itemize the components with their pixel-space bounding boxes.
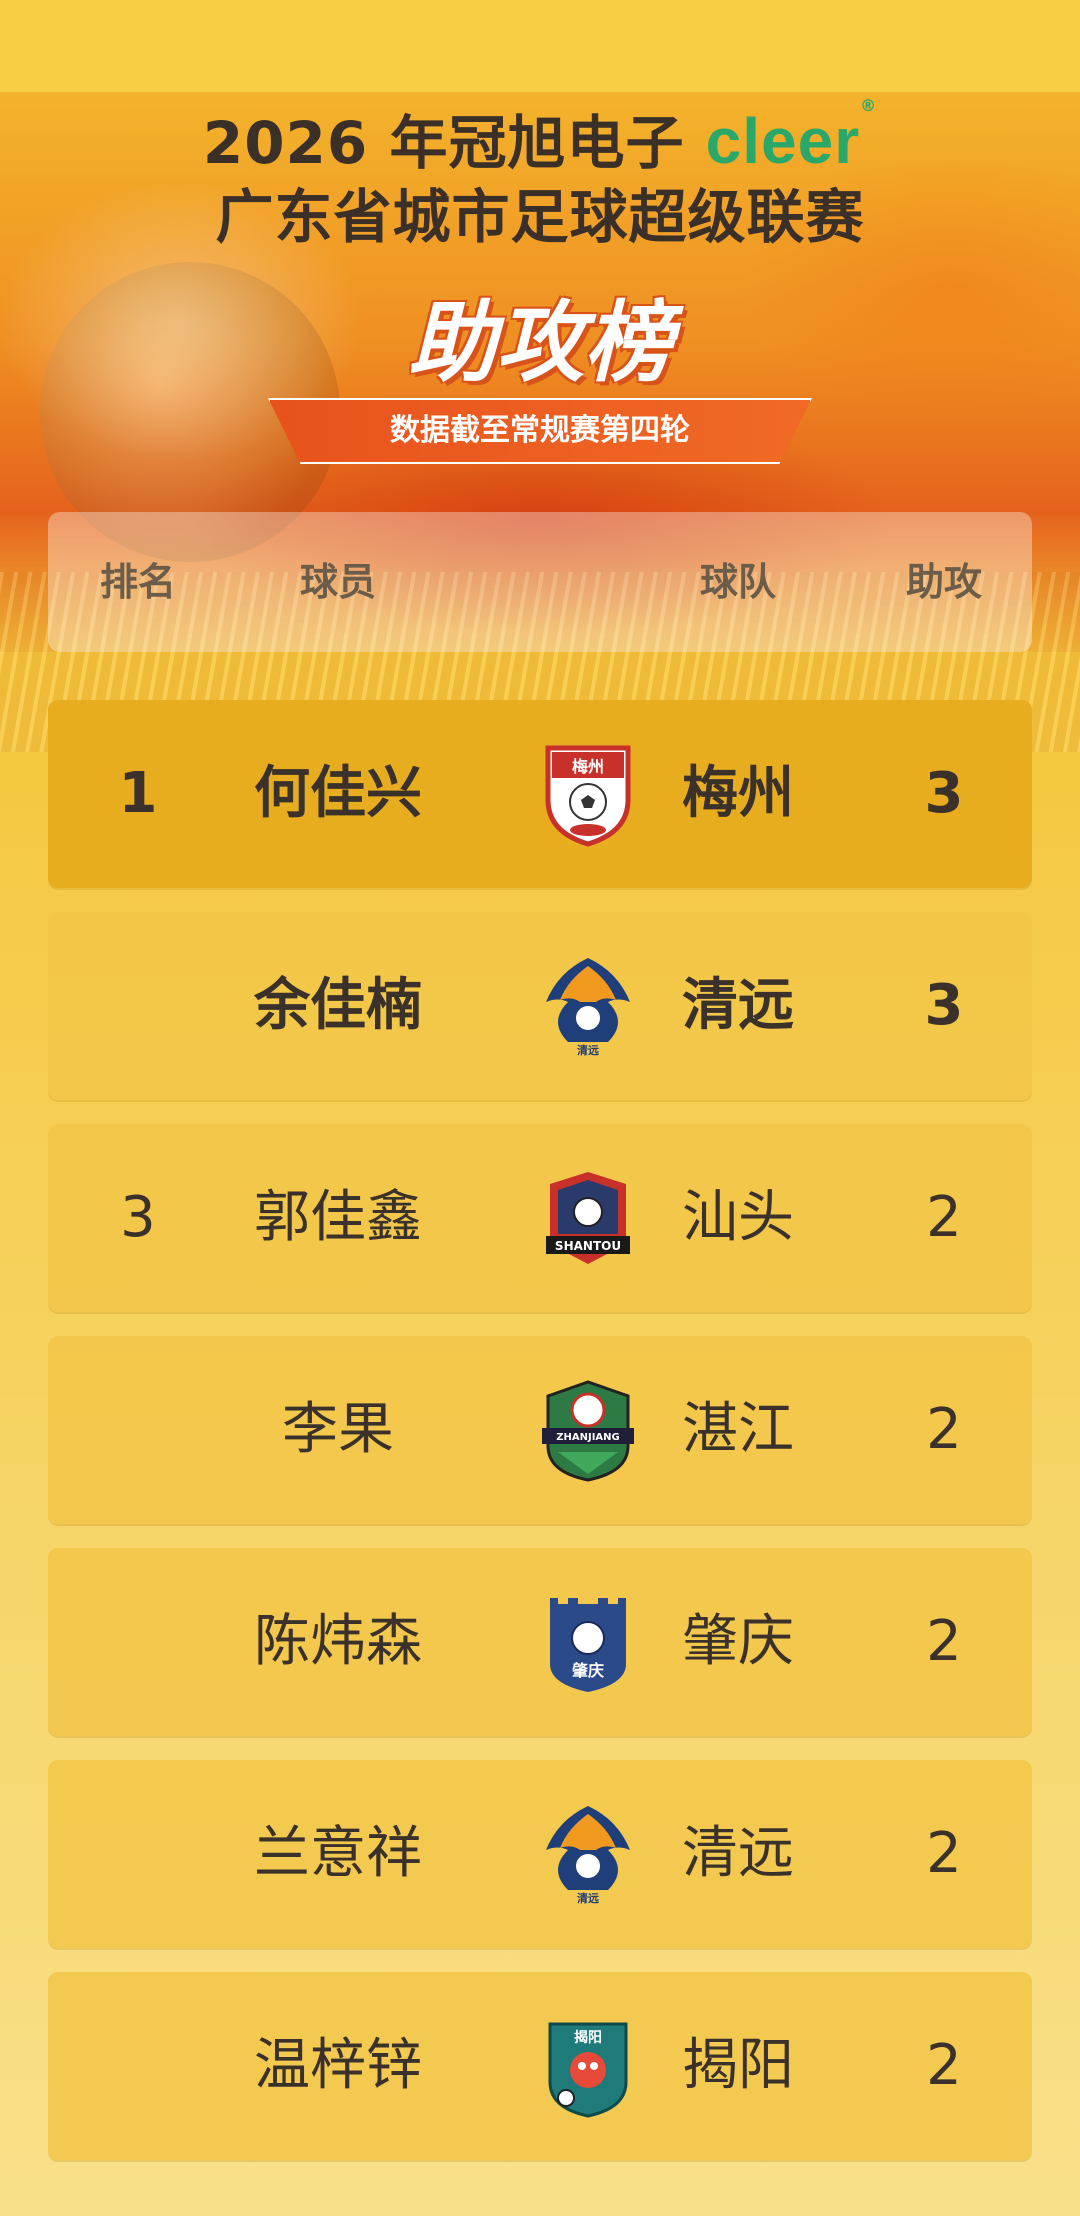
table-row: 兰意祥 清远 清远 2 [48, 1760, 1032, 1948]
jieyang-logo-text: 揭阳 [574, 2029, 602, 2046]
team-name: 清远 [682, 973, 794, 1038]
table-row: 陈炜森 肇庆 肇庆 2 [48, 1548, 1032, 1736]
team-name: 肇庆 [682, 1609, 794, 1674]
assists-value: 2 [926, 2033, 962, 2098]
title-year: 2026 年冠旭电子 [202, 109, 685, 177]
player-name: 郭佳鑫 [254, 1185, 422, 1250]
zhaoqing-logo-text: 肇庆 [571, 1661, 604, 1680]
column-header-assists: 助攻 [905, 560, 982, 604]
column-header-team: 球队 [699, 560, 776, 604]
table-header: 排名 球员 球队 助攻 [48, 512, 1032, 652]
player-name: 李果 [282, 1397, 394, 1462]
event-title-line2: 广东省城市足球超级联赛 [215, 183, 865, 251]
player-name: 陈炜森 [254, 1609, 422, 1674]
qingyuan-logo-text: 清远 [577, 1043, 599, 1057]
team-name: 梅州 [682, 761, 794, 826]
assists-value: 3 [924, 761, 964, 826]
table-row: 3 郭佳鑫 SHANTOU 汕头 2 [48, 1124, 1032, 1312]
table-row: 温梓锌 揭阳 揭阳 2 [48, 1972, 1032, 2160]
meizhou-logo-text: 梅州 [572, 757, 604, 776]
assists-value: 2 [926, 1185, 962, 1250]
team-name: 湛江 [682, 1397, 794, 1462]
assists-value: 2 [926, 1397, 962, 1462]
table-row: 1 何佳兴 梅州 梅州 3 [48, 700, 1032, 888]
team-name: 揭阳 [682, 2033, 794, 2098]
player-name: 兰意祥 [254, 1821, 422, 1886]
assists-value: 3 [924, 973, 964, 1038]
player-name: 何佳兴 [254, 761, 422, 826]
team-name: 清远 [682, 1821, 794, 1886]
assists-value: 2 [926, 1821, 962, 1886]
registered-mark: ® [860, 96, 878, 115]
top-band [0, 0, 1080, 92]
assists-value: 2 [926, 1609, 962, 1674]
player-name: 温梓锌 [254, 2033, 422, 2098]
zhanjiang-logo-text: ZHANJIANG [556, 1432, 620, 1443]
shantou-logo-text: SHANTOU [555, 1239, 621, 1253]
column-header-player: 球员 [299, 560, 376, 604]
page-title: 助攻榜 [407, 291, 672, 394]
sponsor-logo: cleer [705, 105, 861, 177]
qingyuan-logo-text: 清远 [577, 1891, 599, 1905]
player-name: 余佳楠 [254, 973, 422, 1038]
table-row: 余佳楠 清远 清远 3 [48, 912, 1032, 1100]
event-title-line1: 2026 年冠旭电子 cleer® [0, 96, 1080, 180]
table-row: 李果 ZHANJIANG 湛江 2 [48, 1336, 1032, 1524]
team-name: 汕头 [682, 1185, 794, 1250]
subtitle: 数据截至常规赛第四轮 [390, 413, 690, 448]
